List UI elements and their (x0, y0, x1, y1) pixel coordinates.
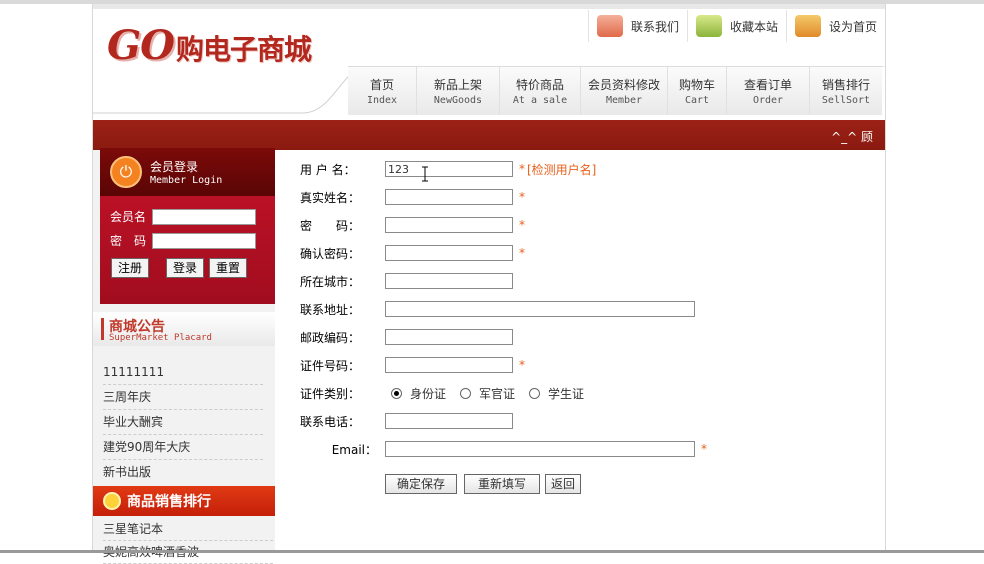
phone-input[interactable] (385, 413, 513, 429)
row-username: 用 户 名： 123 * [检测用户名] (300, 161, 597, 178)
notice-item[interactable]: 新书出版 (103, 460, 263, 484)
phone-icon (596, 15, 623, 37)
city-input[interactable] (385, 273, 513, 289)
notice-list: 11111111 三周年庆 毕业大酬宾 建党90周年大庆 新书出版 (103, 360, 263, 484)
rank-bullet-icon (103, 492, 121, 510)
bookmark-link[interactable]: 收藏本站 (686, 10, 786, 42)
save-button[interactable]: 确定保存 (385, 474, 457, 494)
nav-sellsort[interactable]: 销售排行 SellSort (810, 67, 882, 115)
sales-rank-list: 三星笔记本 奥妮高效啤酒香波 (103, 518, 273, 564)
reset-button[interactable]: 重置 (209, 258, 248, 278)
row-idtype: 证件类别： 身份证 军官证 学生证 (300, 385, 585, 402)
nav-newgoods[interactable]: 新品上架 NewGoods (417, 67, 500, 115)
username-input[interactable]: 123 (385, 161, 513, 177)
sales-rank-header: 商品销售排行 (93, 486, 275, 516)
login-password-input[interactable] (152, 232, 257, 249)
login-username-row: 会员名 (110, 208, 257, 225)
register-button[interactable]: 注册 (111, 258, 150, 278)
email-input[interactable] (385, 441, 695, 457)
login-box: ⏻ 会员登录 Member Login 会员名 密 码 注册 登录 重置 (100, 148, 275, 304)
nav-member[interactable]: 会员资料修改 Member (581, 67, 668, 115)
row-confirm-password: 确认密码： * (300, 245, 525, 261)
row-address: 联系地址： (300, 297, 695, 321)
login-button[interactable]: 登录 (166, 258, 205, 278)
row-city: 所在城市： (300, 269, 513, 293)
row-phone: 联系电话： (300, 409, 513, 433)
notice-item[interactable]: 建党90周年大庆 (103, 435, 263, 460)
address-input[interactable] (385, 301, 695, 317)
nav-index[interactable]: 首页 Index (348, 67, 417, 115)
nav-order[interactable]: 查看订单 Order (727, 67, 810, 115)
nav-cart[interactable]: 购物车 Cart (668, 67, 727, 115)
site-logo[interactable]: GO购电子商城 (107, 22, 312, 69)
sidebar: ⏻ 会员登录 Member Login 会员名 密 码 注册 登录 重置 商城公告… (93, 148, 275, 564)
notice-header: 商城公告 SuperMarket Placard (93, 312, 275, 346)
row-password: 密 码： * (300, 217, 525, 233)
marquee-text: ^_^ 顾 (831, 130, 873, 144)
password-input[interactable] (385, 217, 513, 233)
set-homepage-link[interactable]: 设为首页 (785, 10, 885, 42)
login-header: ⏻ 会员登录 Member Login (100, 148, 275, 196)
row-realname: 真实姓名： * (300, 189, 525, 205)
notice-item[interactable]: 11111111 (103, 360, 263, 385)
postcode-input[interactable] (385, 329, 513, 345)
login-username-input[interactable] (152, 208, 257, 225)
row-postcode: 邮政编码： (300, 325, 513, 349)
id-number-input[interactable] (385, 357, 513, 373)
top-links: 联系我们 收藏本站 设为首页 (587, 10, 885, 42)
radio-idcard[interactable]: 身份证 (391, 385, 446, 402)
text-cursor-icon (422, 166, 428, 182)
rank-item[interactable]: 三星笔记本 (103, 518, 273, 541)
power-icon: ⏻ (110, 156, 142, 188)
bookmark-icon (695, 15, 722, 37)
notice-item[interactable]: 三周年庆 (103, 385, 263, 410)
radio-military[interactable]: 军官证 (460, 385, 515, 402)
logo-go: GO (107, 22, 175, 69)
back-button[interactable]: 返回 (545, 474, 581, 494)
row-idnumber: 证件号码： * (300, 357, 525, 373)
notice-item[interactable]: 毕业大酬宾 (103, 410, 263, 435)
refill-button[interactable]: 重新填写 (464, 474, 540, 494)
radio-student[interactable]: 学生证 (529, 385, 584, 402)
marquee-bar: ^_^ 顾 (93, 120, 885, 150)
page-wrapper: GO购电子商城 联系我们 收藏本站 设为首页 首页 Index 新品上架 NewGo… (92, 4, 886, 564)
login-password-row: 密 码 (110, 232, 257, 249)
home-icon (794, 15, 821, 37)
row-email: Email： * (331, 441, 707, 457)
confirm-password-input[interactable] (385, 245, 513, 261)
nav-sale[interactable]: 特价商品 At a sale (500, 67, 581, 115)
contact-link[interactable]: 联系我们 (587, 10, 687, 42)
logo-text: 购电子商城 (176, 33, 312, 66)
realname-input[interactable] (385, 189, 513, 205)
main-nav: 首页 Index 新品上架 NewGoods 特价商品 At a sale 会员资料修… (348, 66, 882, 115)
check-username-link[interactable]: [检测用户名] (527, 161, 596, 178)
